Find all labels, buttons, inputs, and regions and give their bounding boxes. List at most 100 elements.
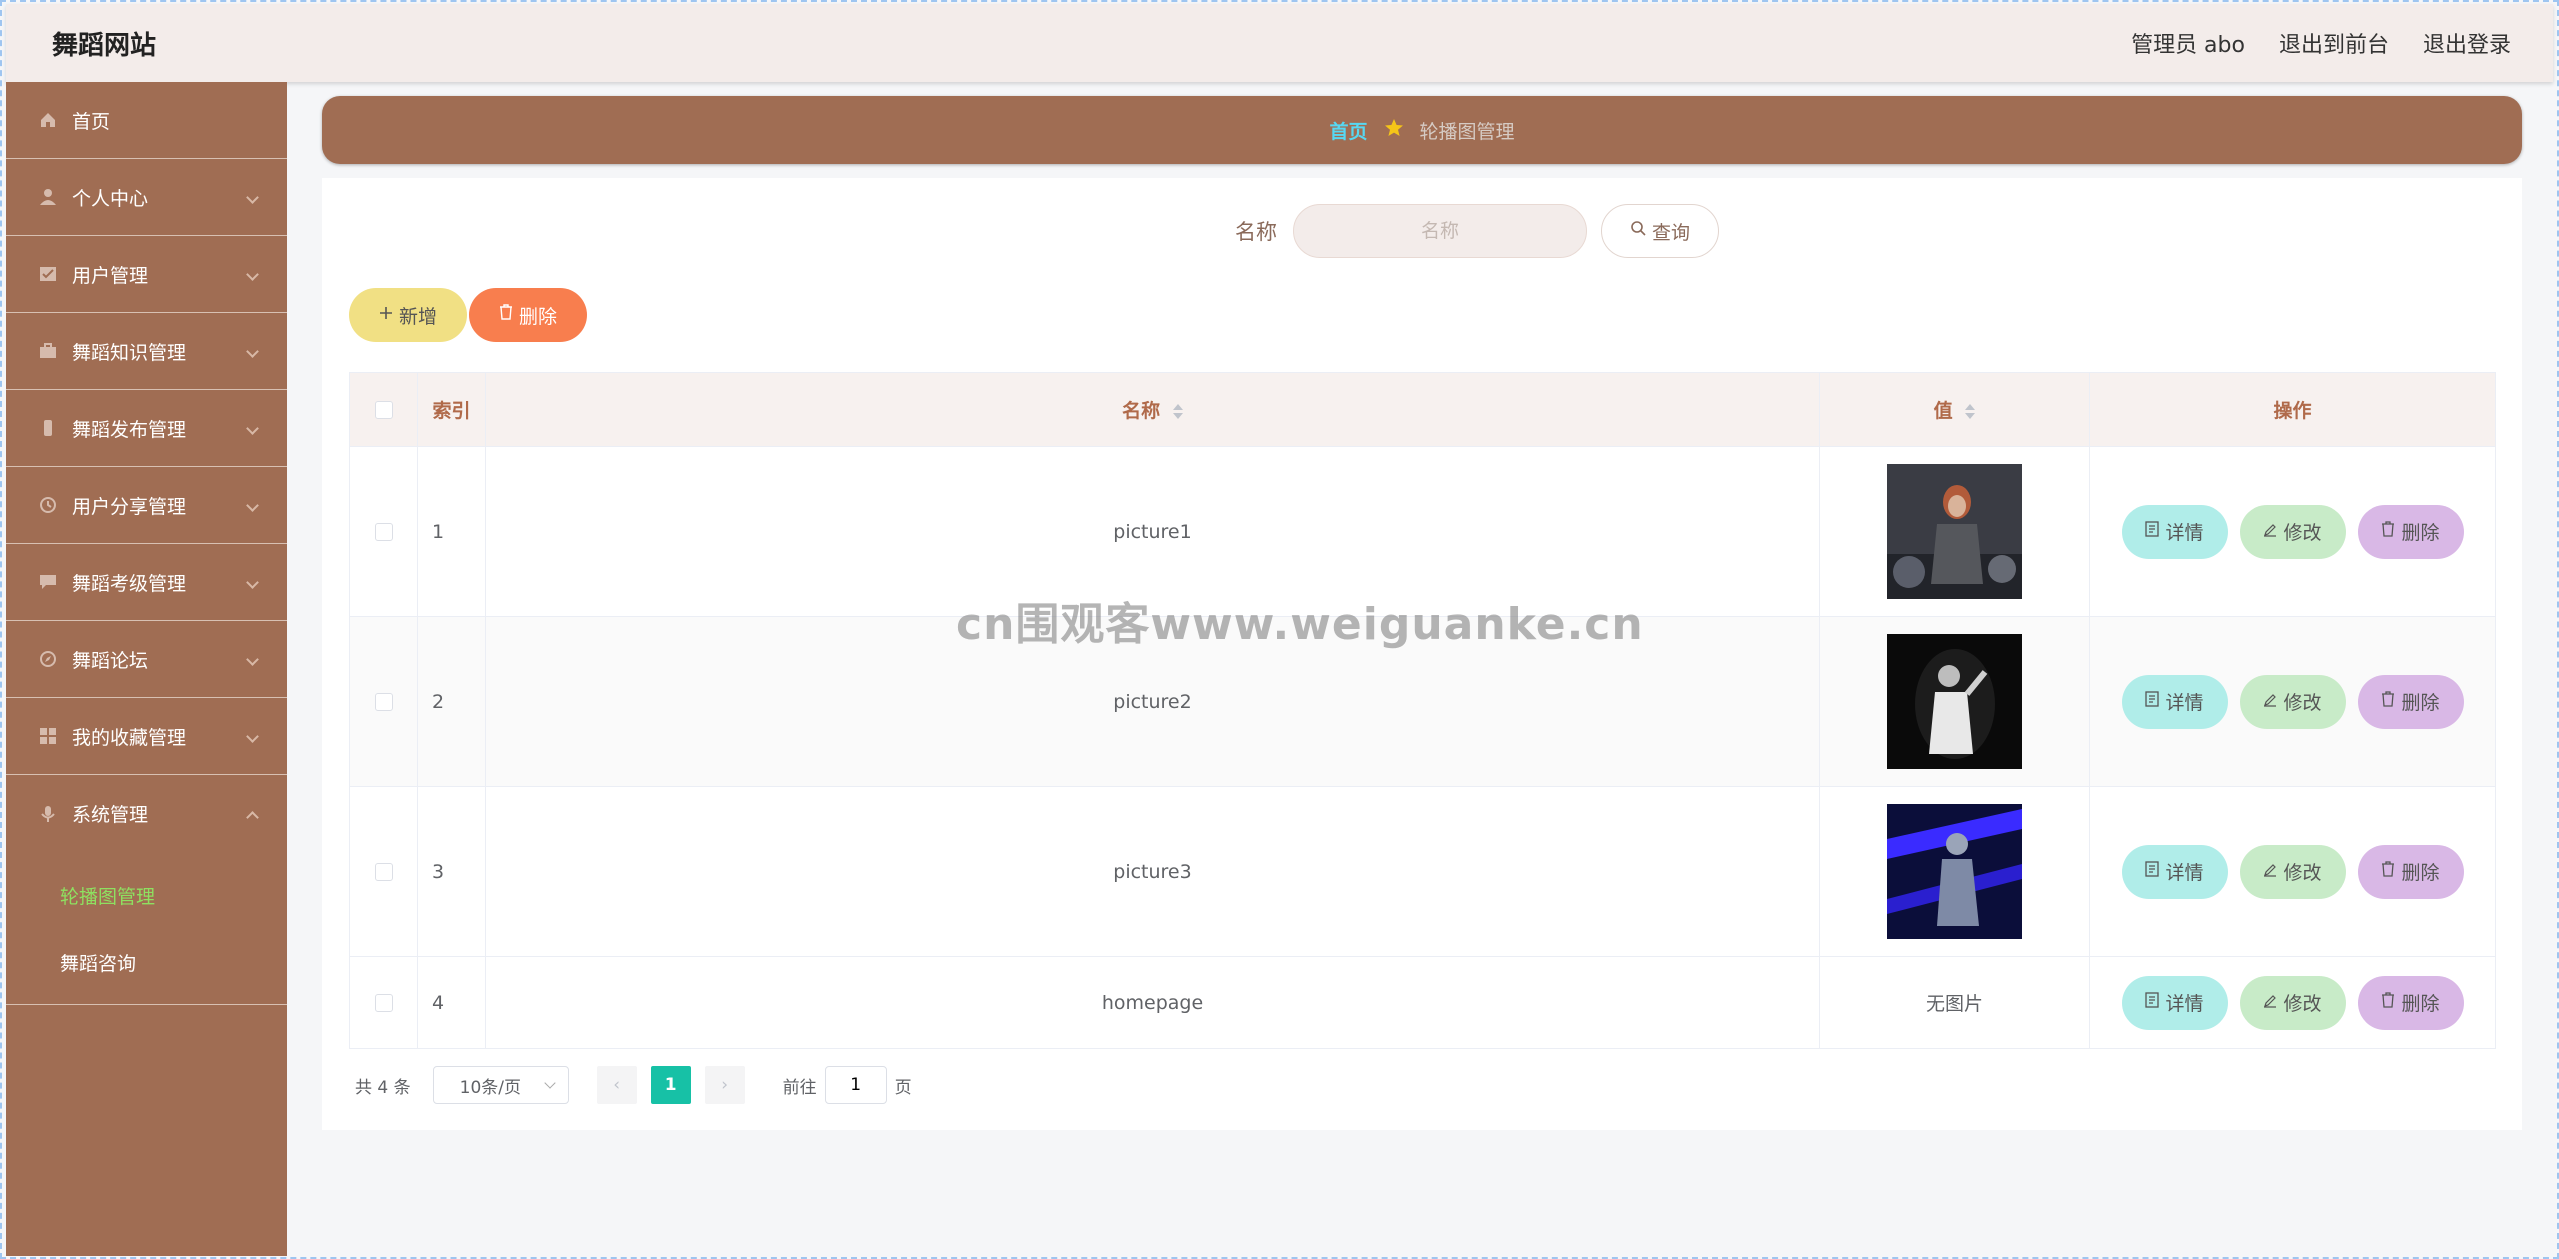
table-row: 3 picture3 详情 修改 删除 — [349, 786, 2496, 957]
trash-icon — [499, 304, 513, 326]
clock-icon — [38, 495, 58, 515]
breadcrumb-current: 轮播图管理 — [1419, 120, 1515, 143]
document-icon — [2145, 991, 2160, 1014]
sidebar-item-label: 舞蹈知识管理 — [72, 341, 187, 364]
chevron-down-icon — [246, 345, 259, 358]
row-checkbox[interactable] — [374, 692, 393, 711]
document-icon — [2145, 690, 2160, 713]
goto-page-input[interactable] — [824, 1066, 887, 1104]
microphone-icon — [38, 804, 58, 824]
sidebar-item-home[interactable]: 首页 — [6, 82, 287, 159]
detail-button[interactable]: 详情 — [2121, 844, 2228, 899]
edit-button[interactable]: 修改 — [2239, 674, 2346, 729]
detail-label: 详情 — [2165, 994, 2204, 1015]
row-index: 4 — [417, 956, 486, 1049]
sidebar-item-label: 我的收藏管理 — [72, 726, 187, 749]
sidebar-item-label: 用户分享管理 — [72, 495, 187, 518]
sidebar-item-user-share[interactable]: 用户分享管理 — [6, 467, 287, 544]
row-value-cell — [1819, 616, 2090, 787]
detail-button[interactable]: 详情 — [2121, 975, 2228, 1030]
sidebar-item-label: 首页 — [72, 110, 111, 133]
delete-button[interactable]: 删除 — [2357, 674, 2464, 729]
trash-icon — [2381, 991, 2395, 1014]
document-icon — [2145, 520, 2160, 543]
add-button[interactable]: 新增 — [349, 288, 467, 342]
batch-delete-button[interactable]: 删除 — [469, 288, 587, 342]
row-checkbox[interactable] — [374, 993, 393, 1012]
exit-to-frontend-link[interactable]: 退出到前台 — [2279, 27, 2389, 59]
row-name: picture2 — [485, 616, 1820, 787]
sidebar-item-user-management[interactable]: 用户管理 — [6, 236, 287, 313]
row-checkbox[interactable] — [374, 522, 393, 541]
compass-icon — [38, 649, 58, 669]
search-input[interactable] — [1293, 204, 1587, 258]
header-links: 管理员 abo 退出到前台 退出登录 — [2131, 27, 2511, 59]
delete-button[interactable]: 删除 — [2357, 975, 2464, 1030]
breadcrumb-home[interactable]: 首页 — [1329, 117, 1367, 144]
detail-button[interactable]: 详情 — [2121, 674, 2228, 729]
chevron-down-icon — [246, 653, 259, 666]
edit-label: 修改 — [2283, 994, 2322, 1015]
home-icon — [38, 110, 58, 130]
batch-delete-label: 删除 — [518, 306, 557, 328]
table-row: 2 picture2 详情 修改 删除 — [349, 616, 2496, 787]
detail-label: 详情 — [2165, 523, 2204, 544]
page-size-select[interactable]: 10条/页 — [432, 1066, 569, 1104]
row-actions-cell: 详情 修改 删除 — [2089, 446, 2496, 617]
edit-button[interactable]: 修改 — [2239, 844, 2346, 899]
sidebar-item-my-favorites[interactable]: 我的收藏管理 — [6, 698, 287, 775]
table-header-row: 索引 名称 值 操作 — [349, 372, 2496, 447]
submenu-item-carousel[interactable]: 轮播图管理 — [6, 862, 287, 929]
row-name: homepage — [485, 956, 1820, 1049]
add-button-label: 新增 — [398, 306, 437, 328]
carousel-image-thumbnail[interactable] — [1887, 464, 2022, 599]
main-panel: 名称 查询 新增 删除 索引 — [322, 178, 2522, 1130]
trash-icon — [2381, 860, 2395, 883]
detail-button[interactable]: 详情 — [2121, 504, 2228, 559]
column-header-actions: 操作 — [2089, 372, 2496, 447]
row-name: picture1 — [485, 446, 1820, 617]
next-page-button[interactable]: › — [704, 1066, 745, 1104]
admin-user-label[interactable]: 管理员 abo — [2131, 27, 2245, 59]
carousel-image-thumbnail[interactable] — [1887, 634, 2022, 769]
sidebar-item-dance-publish[interactable]: 舞蹈发布管理 — [6, 390, 287, 467]
document-icon — [2145, 860, 2160, 883]
edit-button[interactable]: 修改 — [2239, 975, 2346, 1030]
sidebar-item-dance-grading[interactable]: 舞蹈考级管理 — [6, 544, 287, 621]
row-name: picture3 — [485, 786, 1820, 957]
edit-label: 修改 — [2283, 523, 2322, 544]
sidebar-item-system-management[interactable]: 系统管理 — [6, 775, 287, 852]
sidebar-item-label: 舞蹈论坛 — [72, 649, 149, 672]
pagination-total: 共 4 条 — [355, 1077, 411, 1098]
chevron-down-icon — [246, 730, 259, 743]
logout-link[interactable]: 退出登录 — [2423, 27, 2511, 59]
search-label: 名称 — [1235, 220, 1277, 244]
column-header-name[interactable]: 名称 — [485, 372, 1820, 447]
select-all-checkbox[interactable] — [374, 400, 393, 419]
top-header: 舞蹈网站 管理员 abo 退出到前台 退出登录 — [6, 4, 2553, 82]
carousel-image-thumbnail[interactable] — [1887, 804, 2022, 939]
search-icon — [1630, 220, 1646, 242]
goto-prefix: 前往 — [782, 1077, 817, 1098]
query-button[interactable]: 查询 — [1601, 204, 1719, 258]
row-actions-cell: 详情 修改 删除 — [2089, 786, 2496, 957]
sidebar-item-personal-center[interactable]: 个人中心 — [6, 159, 287, 236]
table-row: 4 homepage 无图片 详情 修改 删除 — [349, 956, 2496, 1049]
row-checkbox[interactable] — [374, 862, 393, 881]
system-submenu: 轮播图管理 舞蹈咨询 — [6, 852, 287, 1005]
carousel-table: 索引 名称 值 操作 1 picture1 详情 修改 删除 2 picture… — [349, 372, 2496, 1049]
edit-button[interactable]: 修改 — [2239, 504, 2346, 559]
submenu-item-dance-consult[interactable]: 舞蹈咨询 — [6, 929, 287, 996]
trash-icon — [2381, 690, 2395, 713]
sidebar-item-dance-knowledge[interactable]: 舞蹈知识管理 — [6, 313, 287, 390]
site-brand: 舞蹈网站 — [52, 30, 157, 61]
sidebar-item-dance-forum[interactable]: 舞蹈论坛 — [6, 621, 287, 698]
delete-button[interactable]: 删除 — [2357, 504, 2464, 559]
prev-page-button[interactable]: ‹ — [596, 1066, 637, 1104]
page-number-1[interactable]: 1 — [650, 1066, 691, 1104]
delete-button[interactable]: 删除 — [2357, 844, 2464, 899]
sort-icon[interactable] — [1172, 404, 1183, 419]
column-header-value[interactable]: 值 — [1819, 372, 2090, 447]
user-icon — [38, 187, 58, 207]
sort-icon[interactable] — [1965, 404, 1976, 419]
